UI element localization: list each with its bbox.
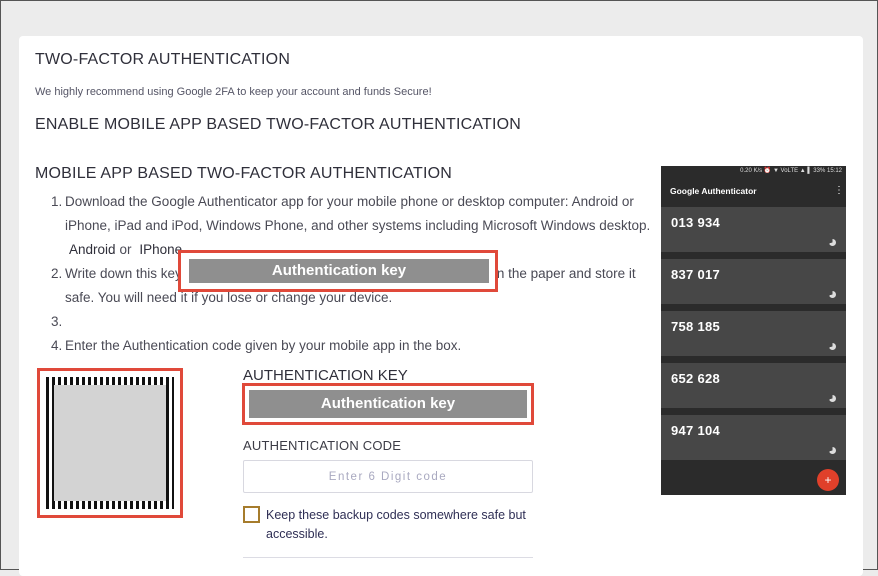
timer-icon — [829, 395, 836, 402]
step-1-number: 1. — [51, 194, 63, 209]
code-card: 837 017 — [661, 259, 846, 304]
backup-codes-checkbox[interactable] — [243, 506, 260, 523]
step-3-number: 3. — [51, 314, 63, 329]
step-4-text: Enter the Authentication code given by y… — [65, 338, 462, 353]
phone-status-bar: 0.20 K/s ⏰ ▼ VoLTE ▲ ▌ 33% 15:12 — [661, 166, 846, 177]
more-vert-icon: ⋮ — [834, 185, 844, 196]
code-card: 758 185 — [661, 311, 846, 356]
step-3: 3. — [51, 310, 651, 334]
step-2-number: 2. — [51, 266, 63, 281]
phone-app-title: Google Authenticator — [670, 186, 757, 196]
iphone-link[interactable]: IPhone — [139, 242, 182, 257]
page-title: TWO-FACTOR AUTHENTICATION — [35, 51, 291, 68]
phone-screenshot: 0.20 K/s ⏰ ▼ VoLTE ▲ ▌ 33% 15:12 Google … — [661, 166, 846, 495]
divider — [243, 557, 533, 558]
code-value: 758 185 — [671, 319, 721, 334]
or-text: or — [119, 242, 132, 257]
enable-2fa-heading: ENABLE MOBILE APP BASED TWO-FACTOR AUTHE… — [35, 116, 522, 133]
code-value: 652 628 — [671, 371, 721, 386]
auth-key-heading: AUTHENTICATION KEY — [243, 367, 408, 384]
auth-code-input[interactable] — [243, 460, 533, 493]
code-card: 013 934 — [661, 207, 846, 252]
code-card: 652 628 — [661, 363, 846, 408]
timer-icon — [829, 343, 836, 350]
step-2-prefix: Write down this key — [65, 266, 182, 281]
auth-key-highlight: Authentication key — [242, 383, 534, 425]
code-value: 837 017 — [671, 267, 721, 282]
inline-auth-key[interactable]: Authentication key — [189, 259, 489, 283]
timer-icon — [829, 447, 836, 454]
backup-codes-label: Keep these backup codes somewhere safe b… — [266, 508, 526, 541]
timer-icon — [829, 239, 836, 246]
code-value: 013 934 — [671, 215, 721, 230]
step-4: 4. Enter the Authentication code given b… — [51, 334, 651, 358]
code-value: 947 104 — [671, 423, 721, 438]
inline-auth-key-highlight: Authentication key — [178, 250, 498, 292]
code-card: 947 104 — [661, 415, 846, 460]
add-account-fab: + — [817, 469, 839, 491]
step-1-text: Download the Google Authenticator app fo… — [65, 194, 651, 233]
step-4-number: 4. — [51, 338, 63, 353]
android-link[interactable]: Android — [69, 242, 116, 257]
status-text: 0.20 K/s ⏰ ▼ VoLTE ▲ ▌ 33% 15:12 — [740, 168, 842, 174]
auth-code-heading: AUTHENTICATION CODE — [243, 438, 402, 453]
qr-code-image — [46, 377, 174, 509]
timer-icon — [829, 291, 836, 298]
mobile-2fa-heading: MOBILE APP BASED TWO-FACTOR AUTHENTICATI… — [35, 165, 453, 182]
page-subtitle: We highly recommend using Google 2FA to … — [35, 86, 432, 98]
auth-key-value[interactable]: Authentication key — [249, 390, 527, 418]
qr-code-highlight — [37, 368, 183, 518]
phone-app-bar: Google Authenticator ⋮ — [661, 177, 846, 207]
